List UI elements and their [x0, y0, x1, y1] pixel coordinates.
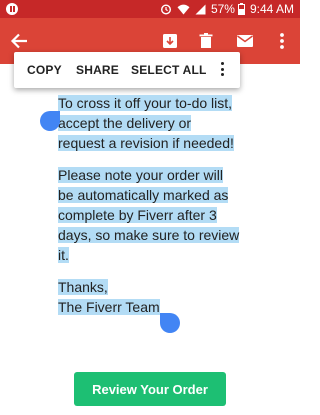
email-line: The Fiverr Team [58, 299, 160, 315]
email-line: days, so make sure to review [58, 227, 240, 243]
email-line: To cross it off your to-do list, [58, 95, 233, 111]
share-menu-item[interactable]: SHARE [76, 63, 119, 77]
signal-icon [195, 4, 206, 14]
email-paragraph: To cross it off your to-do list, accept … [58, 93, 248, 153]
more-vert-icon[interactable] [272, 31, 292, 51]
select-all-menu-item[interactable]: SELECT ALL [131, 63, 207, 77]
arrow-back-icon[interactable] [8, 30, 30, 52]
email-line: Please note your order will [58, 167, 223, 183]
email-signature: Thanks, The Fiverr Team [58, 277, 248, 317]
selection-end-handle[interactable] [160, 313, 180, 333]
status-bar: 57% 9:44 AM [0, 0, 300, 18]
selection-start-handle[interactable] [40, 111, 60, 131]
clock: 9:44 AM [249, 2, 294, 16]
status-icons: 57% 9:44 AM [160, 1, 294, 17]
email-line: request a revision if needed! [58, 135, 234, 151]
email-line: Thanks, [58, 279, 108, 295]
archive-icon[interactable] [160, 31, 180, 51]
email-line: accept the delivery or [58, 115, 192, 131]
mail-icon[interactable] [235, 31, 255, 51]
text-selection-menu: COPY SHARE SELECT ALL [14, 52, 240, 88]
email-line: be automatically marked as [58, 187, 229, 203]
review-order-button[interactable]: Review Your Order [74, 372, 226, 406]
email-body: To cross it off your to-do list, accept … [58, 93, 248, 315]
pause-icon [6, 3, 18, 15]
delete-icon[interactable] [196, 31, 216, 51]
battery-icon [237, 3, 245, 15]
email-line: it. [58, 247, 69, 263]
battery-percent: 57% [210, 2, 235, 16]
wifi-icon [177, 4, 190, 14]
email-paragraph: Please note your order will be automatic… [58, 165, 248, 265]
email-line: complete by Fiverr after 3 [58, 207, 217, 223]
more-vert-icon[interactable] [221, 62, 225, 78]
alarm-icon [160, 4, 171, 15]
copy-menu-item[interactable]: COPY [27, 63, 62, 77]
